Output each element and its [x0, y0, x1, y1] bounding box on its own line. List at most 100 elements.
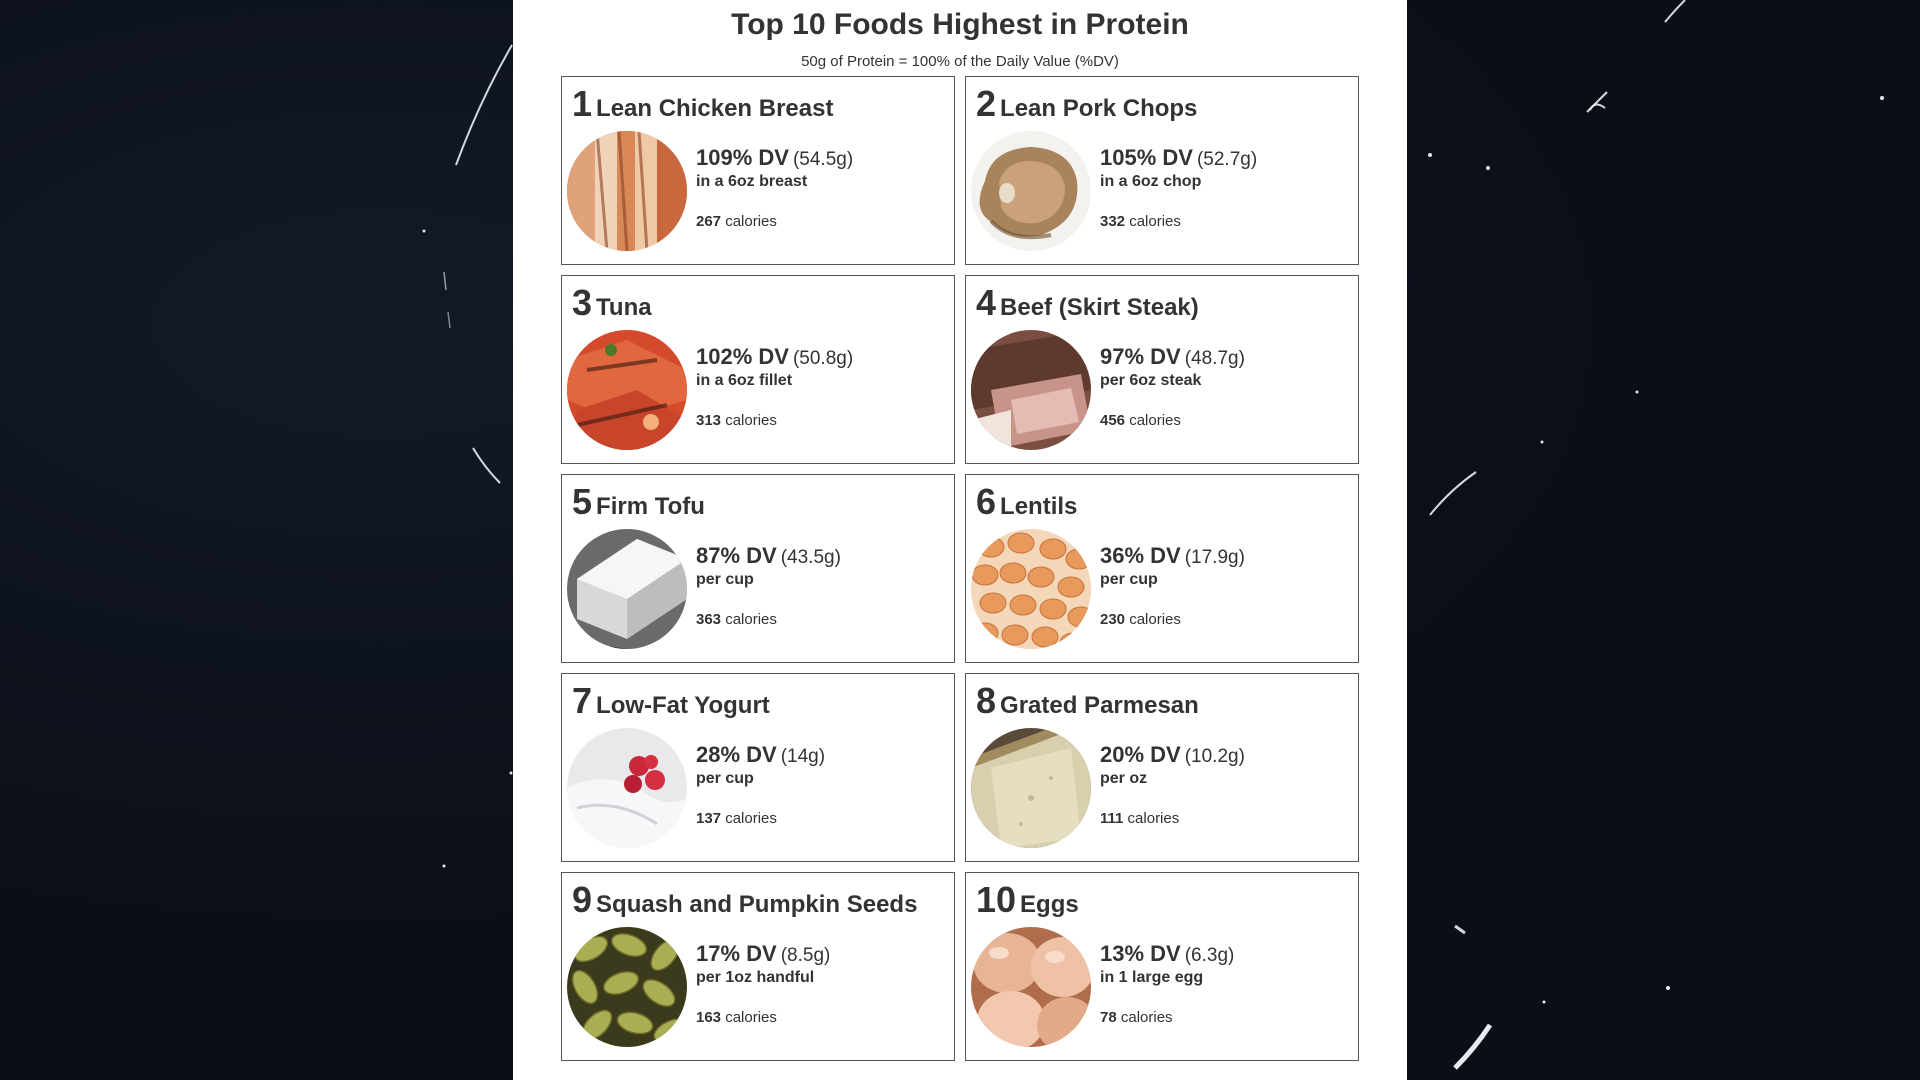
food-rank: 8	[976, 680, 997, 721]
card-heading: 5 Firm Tofu	[572, 481, 705, 523]
calories-label: calories	[725, 611, 777, 628]
infographic-page: Top 10 Foods Highest in Protein 50g of P…	[513, 0, 1407, 1080]
card-heading: 2 Lean Pork Chops	[976, 83, 1197, 125]
protein-grams: (50.8g)	[792, 348, 854, 369]
calories-label: calories	[725, 213, 777, 230]
page-title: Top 10 Foods Highest in Protein	[731, 8, 1189, 41]
calories-value: 332	[1100, 213, 1126, 230]
food-name: Lean Chicken Breast	[596, 95, 834, 122]
calories-label: calories	[725, 1009, 777, 1026]
serving-size: per cup	[696, 770, 754, 787]
tofu-image	[567, 529, 687, 649]
food-card: 9 Squash and Pumpkin Seeds 17% DV (8.5g)…	[561, 872, 955, 1061]
daily-value: 13% DV	[1100, 941, 1181, 966]
daily-value: 17% DV	[696, 941, 777, 966]
food-stats: 17% DV (8.5g) per 1oz handful 163 calorie…	[696, 941, 830, 1026]
food-card: 4 Beef (Skirt Steak) 97% DV (48.7g) per 6o…	[965, 275, 1359, 464]
food-rank: 2	[976, 83, 997, 124]
food-rank: 9	[572, 879, 593, 920]
yogurt-image	[567, 728, 687, 848]
pork-chop-image	[971, 131, 1091, 251]
calories-label: calories	[725, 810, 777, 827]
calories-value: 137	[696, 810, 722, 827]
calories-value: 363	[696, 611, 722, 628]
serving-size: per 1oz handful	[696, 969, 815, 986]
card-heading: 4 Beef (Skirt Steak)	[976, 282, 1199, 324]
eggs-image	[971, 927, 1091, 1047]
calories-value: 456	[1100, 412, 1126, 429]
food-card: 7 Low-Fat Yogurt 28% DV (14g) per cup 137 …	[561, 673, 955, 862]
parmesan-image	[971, 728, 1091, 848]
calories-label: calories	[1120, 1009, 1173, 1026]
food-rank: 6	[976, 481, 997, 522]
card-heading: 6 Lentils	[976, 481, 1077, 523]
daily-value: 102% DV	[696, 344, 789, 369]
calories-label: calories	[725, 412, 777, 429]
food-card: 2 Lean Pork Chops 105% DV (52.7g) in a 6oz…	[965, 76, 1359, 265]
food-rank: 3	[572, 282, 593, 323]
food-rank: 10	[976, 879, 1017, 920]
food-rank: 1	[572, 83, 593, 124]
food-rank: 7	[572, 680, 593, 721]
daily-value: 20% DV	[1100, 742, 1181, 767]
calories-value: 163	[696, 1009, 722, 1026]
card-heading: 8 Grated Parmesan	[976, 680, 1199, 722]
calories-label: calories	[1127, 810, 1180, 827]
food-card: 10 Eggs 13% DV (6.3g) in 1 large egg 78 ca…	[965, 872, 1359, 1061]
serving-size: per cup	[1100, 571, 1158, 588]
protein-grams: (6.3g)	[1184, 945, 1235, 966]
food-card: 5 Firm Tofu 87% DV (43.5g) per cup 363 cal…	[561, 474, 955, 663]
food-name: Grated Parmesan	[1000, 692, 1199, 719]
serving-size: in 1 large egg	[1100, 969, 1204, 986]
food-name: Beef (Skirt Steak)	[1000, 294, 1199, 321]
protein-grams: (17.9g)	[1184, 547, 1245, 568]
protein-grams: (52.7g)	[1196, 149, 1258, 170]
protein-grams: (14g)	[780, 746, 826, 767]
food-name: Lentils	[1000, 493, 1078, 520]
protein-grams: (48.7g)	[1184, 348, 1245, 369]
tuna-image	[567, 330, 687, 450]
food-stats: 20% DV (10.2g) per oz 111 calories	[1100, 742, 1245, 827]
food-card: 1 Lean Chicken Breast 109% DV (54.5g) in a…	[561, 76, 955, 265]
food-stats: 13% DV (6.3g) in 1 large egg 78 calories	[1100, 941, 1234, 1026]
food-rank: 5	[572, 481, 593, 522]
food-name: Low-Fat Yogurt	[596, 692, 770, 719]
card-heading: 1 Lean Chicken Breast	[572, 83, 833, 125]
serving-size: in a 6oz chop	[1100, 173, 1202, 190]
food-card: 8 Grated Parmesan 20% DV (10.2g) per oz 11…	[965, 673, 1359, 862]
protein-grams: (43.5g)	[780, 547, 841, 568]
lentils-image	[971, 529, 1091, 649]
food-stats: 28% DV (14g) per cup 137 calories	[696, 742, 825, 827]
card-heading: 3 Tuna	[572, 282, 652, 324]
food-stats: 36% DV (17.9g) per cup 230 calories	[1100, 543, 1245, 628]
serving-size: per cup	[696, 571, 754, 588]
food-stats: 109% DV (54.5g) in a 6oz breast 267 calor…	[696, 145, 853, 230]
food-stats: 105% DV (52.7g) in a 6oz chop 332 calorie…	[1100, 145, 1257, 230]
serving-size: in a 6oz fillet	[696, 372, 793, 389]
food-name: Tuna	[596, 294, 652, 321]
chicken-breast-image	[567, 131, 687, 251]
daily-value: 28% DV	[696, 742, 777, 767]
food-card: 6 Lentils 36% DV (17.9g) per cup 230 cal…	[965, 474, 1359, 663]
pumpkin-seeds-image	[567, 927, 687, 1047]
calories-label: calories	[1129, 213, 1181, 230]
daily-value: 109% DV	[696, 145, 789, 170]
food-stats: 87% DV (43.5g) per cup 363 calories	[696, 543, 841, 628]
calories-value: 313	[696, 412, 722, 429]
food-stats: 102% DV (50.8g) in a 6oz fillet 313 calor…	[696, 344, 853, 429]
daily-value: 36% DV	[1100, 543, 1181, 568]
page-subtitle: 50g of Protein = 100% of the Daily Value…	[801, 53, 1119, 70]
calories-label: calories	[1129, 412, 1181, 429]
calories-value: 78	[1100, 1009, 1117, 1026]
serving-size: in a 6oz breast	[696, 173, 808, 190]
food-name: Lean Pork Chops	[1000, 95, 1198, 122]
daily-value: 97% DV	[1100, 344, 1181, 369]
calories-label: calories	[1129, 611, 1181, 628]
food-name: Squash and Pumpkin Seeds	[596, 891, 918, 918]
calories-value: 267	[696, 213, 722, 230]
food-grid: 1 Lean Chicken Breast 109% DV (54.5g) in a…	[561, 76, 1359, 1061]
food-card: 3 Tuna 102% DV (50.8g) in a 6oz fillet 313…	[561, 275, 955, 464]
steak-image	[971, 330, 1091, 450]
food-stats: 97% DV (48.7g) per 6oz steak 456 calories	[1100, 344, 1245, 429]
card-heading: 10 Eggs	[976, 879, 1079, 921]
